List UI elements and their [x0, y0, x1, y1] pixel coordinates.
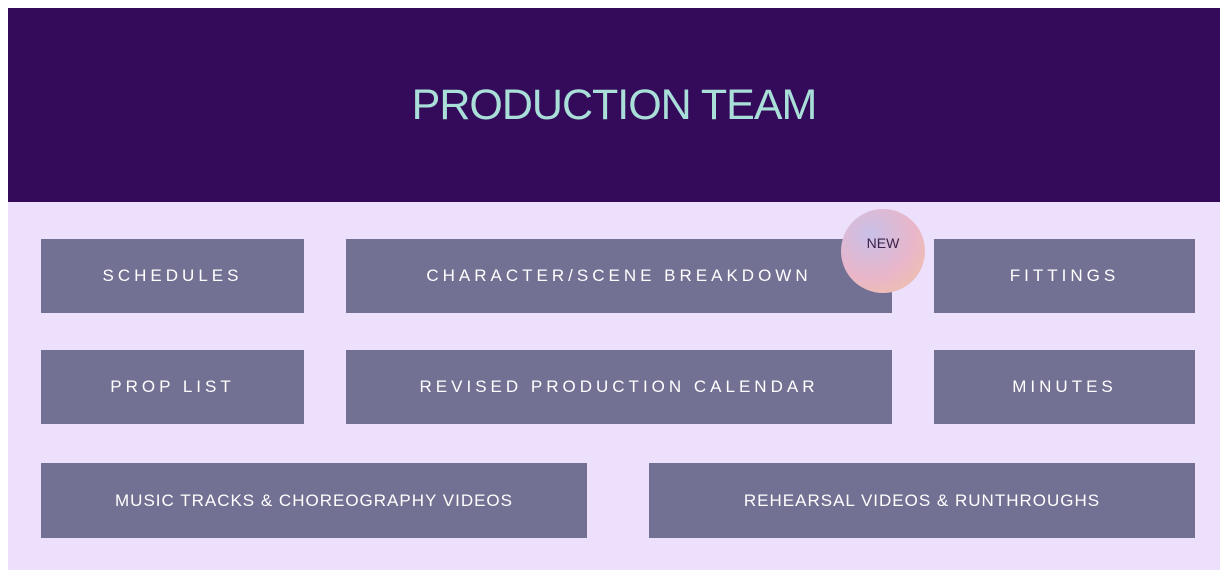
revised-production-calendar-button[interactable]: REVISED PRODUCTION CALENDAR	[346, 350, 892, 424]
fittings-button[interactable]: FITTINGS	[934, 239, 1195, 313]
new-badge-label: NEW	[866, 235, 900, 251]
header-banner: PRODUCTION TEAM	[8, 8, 1220, 202]
minutes-button[interactable]: MINUTES	[934, 350, 1195, 424]
character-scene-breakdown-button[interactable]: CHARACTER/SCENE BREAKDOWN	[346, 239, 892, 313]
prop-list-button[interactable]: PROP LIST	[41, 350, 304, 424]
page-title: PRODUCTION TEAM	[411, 80, 818, 129]
rehearsal-videos-runthroughs-button[interactable]: REHEARSAL VIDEOS & RUNTHROUGHS	[649, 463, 1195, 538]
new-badge: NEW	[841, 209, 925, 293]
music-tracks-choreography-videos-button[interactable]: MUSIC TRACKS & CHOREOGRAPHY VIDEOS	[41, 463, 587, 538]
schedules-button[interactable]: SCHEDULES	[41, 239, 304, 313]
